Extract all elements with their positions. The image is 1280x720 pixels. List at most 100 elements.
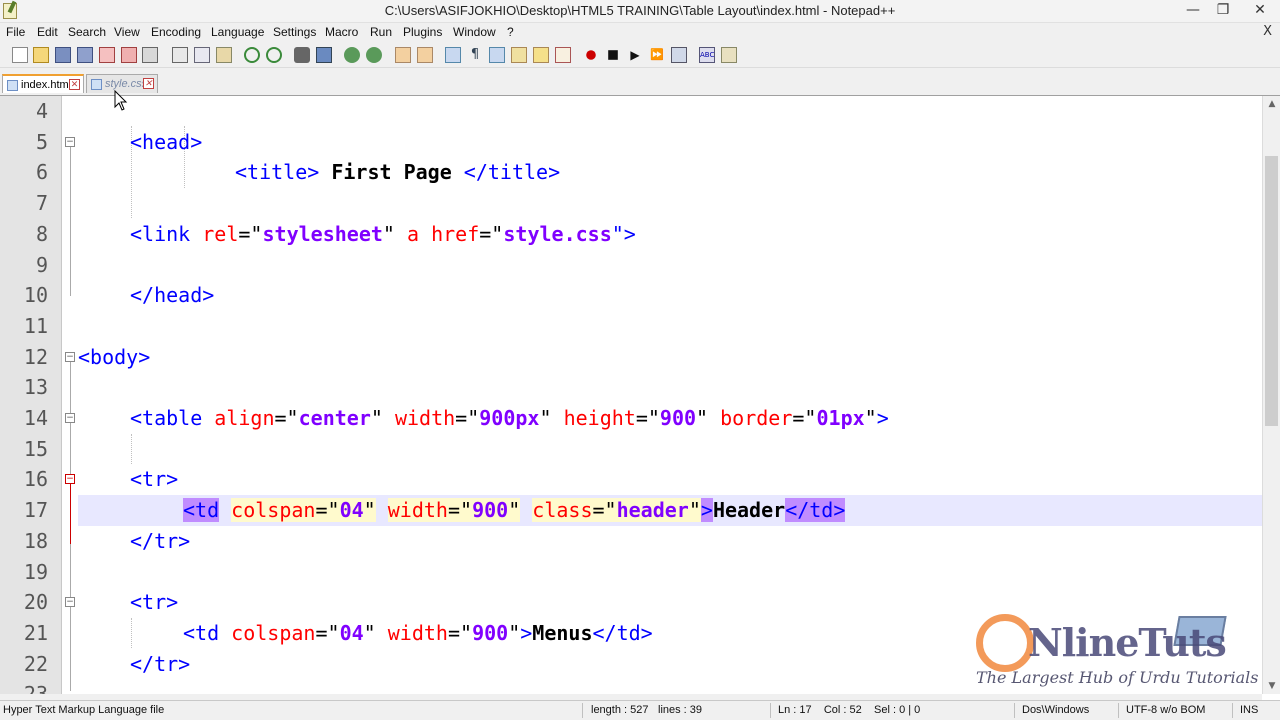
code-line: 9 xyxy=(0,250,1262,281)
html-tag-matched: </td> xyxy=(785,498,846,523)
menu-search[interactable]: Search xyxy=(68,25,106,39)
html-tag: <title> xyxy=(235,160,320,185)
fold-toggle-icon[interactable]: − xyxy=(65,474,75,485)
code-line: 6 <title> First Page </title> xyxy=(0,157,1262,188)
tab-index-html[interactable]: index.html ✕ xyxy=(2,74,84,93)
line-number: 20 xyxy=(23,590,48,615)
zoom-out-icon[interactable] xyxy=(366,47,382,63)
replace-icon[interactable] xyxy=(316,47,332,63)
copy-icon[interactable] xyxy=(194,47,210,63)
tab-close-icon[interactable]: ✕ xyxy=(143,78,154,89)
status-divider xyxy=(1232,703,1233,718)
menu-view[interactable]: View xyxy=(114,25,140,39)
status-eol: Dos\Windows xyxy=(1022,704,1090,716)
fold-toggle-icon[interactable]: − xyxy=(65,597,75,608)
stop-recording-icon[interactable] xyxy=(608,50,618,60)
attribute-value: stylesheet xyxy=(262,221,383,246)
scroll-down-icon[interactable]: ▼ xyxy=(1266,681,1278,691)
cut-icon[interactable] xyxy=(172,47,188,63)
menu-run[interactable]: Run xyxy=(370,25,392,39)
sync-vertical-icon[interactable] xyxy=(395,47,411,63)
file-icon xyxy=(91,79,102,90)
fold-toggle-icon[interactable]: − xyxy=(65,413,75,423)
indent-guide-icon[interactable] xyxy=(489,47,505,63)
zoom-in-icon[interactable] xyxy=(344,47,360,63)
code-line-current: 17 <td colspan="04" width="900" class="h… xyxy=(0,495,1262,526)
save-icon[interactable] xyxy=(55,47,71,63)
word-wrap-icon[interactable] xyxy=(445,47,461,63)
code-line: 11 xyxy=(0,311,1262,342)
show-all-chars-icon[interactable]: ¶ xyxy=(467,47,483,63)
close-all-icon[interactable] xyxy=(121,47,137,63)
code-line: 4 xyxy=(0,96,1262,127)
html-tag: </tr> xyxy=(130,651,191,676)
menu-bar: File Edit Search View Encoding Language … xyxy=(0,23,1280,43)
fold-toggle-icon[interactable]: − xyxy=(65,136,75,147)
html-tag: </head> xyxy=(130,283,215,308)
status-language: Hyper Text Markup Language file xyxy=(3,704,165,716)
status-lines: lines : 39 xyxy=(658,704,703,716)
fold-toggle-icon[interactable]: − xyxy=(65,351,75,362)
start-recording-icon[interactable] xyxy=(586,50,596,60)
line-number: 19 xyxy=(23,559,48,584)
run-macro-multiple-icon[interactable]: ⏩ xyxy=(649,47,665,63)
menu-plugins[interactable]: Plugins xyxy=(403,25,442,39)
menu-macro[interactable]: Macro xyxy=(325,25,358,39)
doc-map-icon[interactable] xyxy=(533,47,549,63)
save-macro-icon[interactable] xyxy=(671,47,687,63)
close-button[interactable]: ✕ xyxy=(1240,0,1280,20)
line-number: 14 xyxy=(23,406,48,430)
redo-icon[interactable] xyxy=(266,47,282,63)
line-number: 12 xyxy=(23,344,48,369)
title-bar: C:\Users\ASIFJOKHIO\Desktop\HTML5 TRAINI… xyxy=(0,0,1280,23)
menu-encoding[interactable]: Encoding xyxy=(151,25,201,39)
window-title: C:\Users\ASIFJOKHIO\Desktop\HTML5 TRAINI… xyxy=(384,3,896,18)
menu-window[interactable]: Window xyxy=(453,25,496,39)
spell-check-icon[interactable]: ABC xyxy=(699,47,715,63)
close-document-button[interactable]: X xyxy=(1263,24,1272,39)
code-editor[interactable]: 4 5 − <head> 6 <title> First Page </titl… xyxy=(0,96,1280,694)
tab-close-icon[interactable]: ✕ xyxy=(69,79,80,90)
scroll-up-icon[interactable]: ▲ xyxy=(1266,99,1278,109)
function-list-icon[interactable] xyxy=(555,47,571,63)
minimize-button[interactable]: — xyxy=(1178,0,1208,20)
open-file-icon[interactable] xyxy=(33,47,49,63)
attribute-name: width xyxy=(387,620,448,645)
attribute-name: a xyxy=(407,221,420,246)
save-all-icon[interactable] xyxy=(77,47,93,63)
new-file-icon[interactable] xyxy=(12,47,28,63)
menu-language[interactable]: Language xyxy=(211,25,264,39)
line-number: 5 xyxy=(35,129,48,154)
menu-settings[interactable]: Settings xyxy=(273,25,316,39)
document-tab-bar: index.html ✕ style.css ✕ xyxy=(0,68,1280,96)
scrollbar-thumb[interactable] xyxy=(1265,156,1278,426)
maximize-button[interactable]: ❐ xyxy=(1208,0,1238,20)
line-number: 18 xyxy=(23,528,48,553)
paste-icon[interactable] xyxy=(216,47,232,63)
user-defined-lang-icon[interactable] xyxy=(511,47,527,63)
print-icon[interactable] xyxy=(142,47,158,63)
code-text: </head> xyxy=(130,280,214,310)
code-line: 8 <link rel="stylesheet" a href="style.c… xyxy=(0,219,1262,250)
playback-icon[interactable]: ▶ xyxy=(627,47,643,63)
line-number: 15 xyxy=(23,436,48,461)
attribute-name: colspan xyxy=(231,620,316,645)
menu-help[interactable]: ? xyxy=(507,25,514,39)
menu-edit[interactable]: Edit xyxy=(37,25,58,39)
code-text: </tr> xyxy=(130,526,190,556)
code-text: <td colspan="04" width="900">Menus</td> xyxy=(183,620,653,645)
code-line: 18 </tr> xyxy=(0,526,1262,557)
undo-icon[interactable] xyxy=(244,47,260,63)
close-icon[interactable] xyxy=(99,47,115,63)
status-divider xyxy=(582,703,583,718)
attribute-value: 900 xyxy=(472,498,509,523)
attribute-value: center xyxy=(298,406,371,430)
watermark-brand: NlineTuts xyxy=(1028,620,1227,665)
find-icon[interactable] xyxy=(294,47,310,63)
code-text: <body> xyxy=(78,342,150,372)
sync-horizontal-icon[interactable] xyxy=(417,47,433,63)
menu-file[interactable]: File xyxy=(6,25,25,39)
vertical-scrollbar[interactable]: ▲ ▼ xyxy=(1262,96,1280,694)
line-number: 8 xyxy=(35,221,48,246)
launch-browser-icon[interactable] xyxy=(721,47,737,63)
